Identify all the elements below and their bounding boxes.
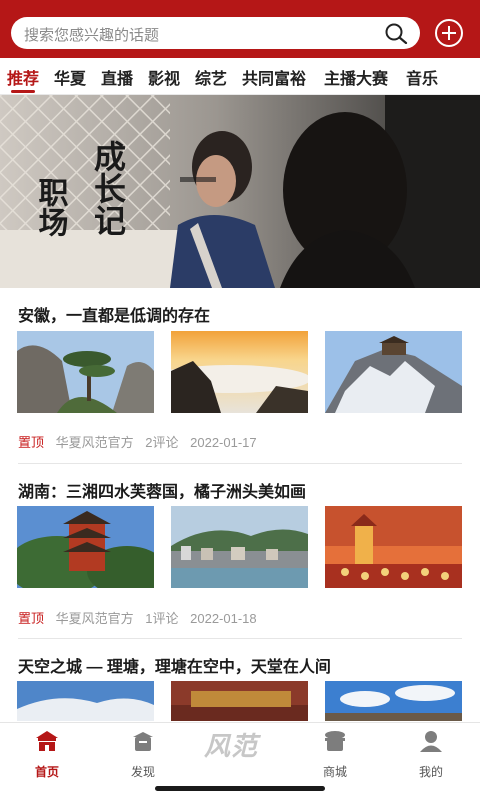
home-icon: [36, 731, 58, 751]
article-thumbnail[interactable]: [17, 506, 154, 588]
nav-mine[interactable]: 我的: [401, 729, 461, 780]
nav-home[interactable]: 首页: [17, 729, 77, 780]
divider: [18, 638, 462, 639]
profile-icon: [420, 731, 442, 752]
tab-live[interactable]: 直播: [101, 65, 133, 89]
article-thumbnail[interactable]: [17, 331, 154, 413]
article-thumbnail[interactable]: [171, 681, 308, 721]
article-thumbnail[interactable]: [325, 331, 462, 413]
nav-home-label: 首页: [34, 765, 59, 779]
banner-image[interactable]: 职场 成长记: [0, 95, 480, 288]
article-thumbnail[interactable]: [171, 331, 308, 413]
article-title[interactable]: 天空之城 — 理塘，理塘在空中，天堂在人间: [18, 653, 331, 677]
article-author[interactable]: 华夏风范官方: [56, 435, 134, 450]
article-meta: 置顶 华夏风范官方 1评论 2022-01-18: [18, 608, 257, 627]
tab-anchor-contest[interactable]: 主播大赛: [324, 65, 388, 89]
article-title[interactable]: 湖南：三湘四水芙蓉国，橘子洲头美如画: [18, 478, 306, 502]
article-thumbnail[interactable]: [325, 506, 462, 588]
divider: [18, 463, 462, 464]
tab-common-prosperity[interactable]: 共同富裕: [242, 65, 306, 89]
search-bar[interactable]: 搜索您感兴趣的话题: [11, 17, 420, 49]
article-title[interactable]: 安徽，一直都是低调的存在: [18, 302, 210, 326]
tab-variety[interactable]: 综艺: [195, 65, 227, 89]
tab-huaxia[interactable]: 华夏: [54, 65, 86, 89]
article-comments: 1评论: [145, 611, 179, 626]
banner-calligraphy-right: 成长记: [89, 140, 127, 236]
home-indicator: [155, 786, 325, 791]
nav-mall-label: 商城: [322, 765, 347, 779]
article-date: 2022-01-17: [190, 435, 257, 450]
nav-discover[interactable]: 发现: [113, 729, 173, 780]
search-icon[interactable]: [384, 22, 408, 44]
category-tabs: 推荐 华夏 直播 影视 综艺 共同富裕 主播大赛 音乐: [0, 58, 480, 95]
nav-mall[interactable]: 商城: [305, 729, 365, 780]
top-bar: 搜索您感兴趣的话题: [0, 0, 480, 58]
banner-photo: 职场 成长记: [0, 95, 480, 288]
active-tab-indicator: [11, 90, 35, 93]
center-logo[interactable]: 风范: [204, 726, 258, 763]
mall-icon: [325, 731, 345, 751]
article-comments: 2评论: [145, 435, 179, 450]
pinned-badge: 置顶: [18, 435, 45, 450]
add-icon[interactable]: [434, 18, 464, 48]
search-placeholder: 搜索您感兴趣的话题: [24, 27, 160, 44]
article-thumbnail[interactable]: [171, 506, 308, 588]
article-thumbnail[interactable]: [325, 681, 462, 721]
article-date: 2022-01-18: [190, 611, 257, 626]
article-meta: 置顶 华夏风范官方 2评论 2022-01-17: [18, 432, 257, 451]
article-thumbnail[interactable]: [17, 681, 154, 721]
tab-film[interactable]: 影视: [148, 65, 180, 89]
tab-recommend[interactable]: 推荐: [7, 65, 39, 89]
tab-music[interactable]: 音乐: [406, 65, 438, 89]
pinned-badge: 置顶: [18, 611, 45, 626]
nav-discover-label: 发现: [130, 765, 155, 779]
discover-icon: [133, 732, 153, 751]
article-author[interactable]: 华夏风范官方: [56, 611, 134, 626]
nav-mine-label: 我的: [418, 765, 443, 779]
banner-calligraphy-left: 职场: [33, 177, 69, 237]
